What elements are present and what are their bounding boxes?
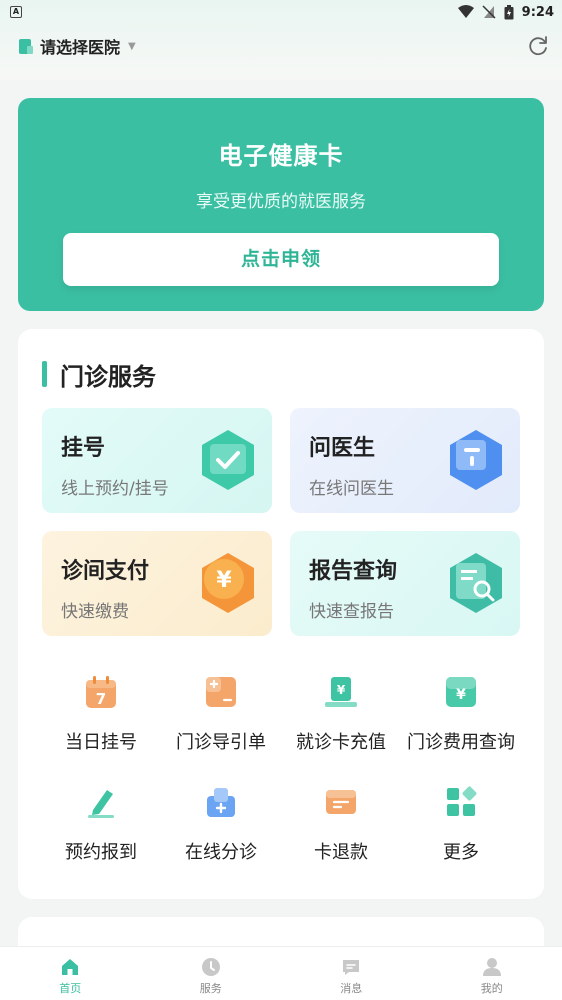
hospital-selector-label: 请选择医院 bbox=[40, 38, 121, 57]
card-title: 诊间支付 bbox=[61, 559, 150, 584]
card-refund-icon bbox=[326, 790, 356, 814]
card-title: 问医生 bbox=[309, 436, 376, 461]
refresh-icon[interactable] bbox=[526, 34, 550, 58]
user-icon bbox=[482, 958, 501, 976]
svg-text:¥: ¥ bbox=[337, 683, 346, 697]
grid-item-label: 预约报到 bbox=[65, 842, 137, 863]
tab-profile[interactable]: 我的 bbox=[422, 947, 562, 1000]
clock: 9:24 bbox=[521, 4, 554, 20]
grid-item-appointment-check-in[interactable]: 预约报到 bbox=[41, 784, 161, 864]
tab-home[interactable]: 首页 bbox=[0, 947, 141, 1000]
card-subtitle: 快速查报告 bbox=[309, 602, 394, 622]
svg-text:¥: ¥ bbox=[456, 687, 466, 703]
doctor-chat-icon bbox=[450, 430, 502, 490]
grid-item-more[interactable]: 更多 bbox=[401, 784, 521, 864]
card-subtitle: 线上预约/挂号 bbox=[61, 479, 169, 499]
card-title: 挂号 bbox=[61, 436, 106, 461]
svg-text:7: 7 bbox=[96, 690, 106, 708]
battery-icon bbox=[504, 4, 514, 19]
home-icon bbox=[62, 959, 79, 975]
grid-item-label: 卡退款 bbox=[314, 842, 368, 863]
grid-item-label: 门诊导引单 bbox=[176, 732, 266, 753]
grid-item-guide-sheet[interactable]: 门诊导引单 bbox=[161, 674, 281, 754]
grid-item-card-refund[interactable]: 卡退款 bbox=[281, 784, 401, 864]
tab-services[interactable]: 服务 bbox=[141, 947, 282, 1000]
health-card-subtitle: 享受更优质的就医服务 bbox=[196, 192, 366, 212]
grid-item-label: 更多 bbox=[443, 842, 479, 863]
tab-label: 服务 bbox=[199, 982, 222, 995]
no-sim-icon bbox=[482, 5, 496, 19]
svg-text:¥: ¥ bbox=[216, 568, 232, 593]
grid-item-online-triage[interactable]: 在线分诊 bbox=[161, 784, 281, 864]
app-notification-icon: A bbox=[10, 6, 22, 18]
section-title: 门诊服务 bbox=[60, 363, 156, 391]
card-subtitle: 在线问医生 bbox=[309, 479, 394, 499]
fee-query-icon: ¥ bbox=[446, 677, 476, 707]
more-grid-icon bbox=[447, 786, 477, 816]
grid-item-card-recharge[interactable]: ¥ 就诊卡充值 bbox=[281, 674, 401, 754]
grid-item-label: 门诊费用查询 bbox=[407, 732, 515, 753]
check-in-pen-icon bbox=[88, 790, 114, 818]
triage-icon bbox=[207, 788, 235, 817]
tab-label: 首页 bbox=[59, 982, 82, 995]
dropdown-caret-icon: ▼ bbox=[128, 40, 136, 52]
check-badge-icon bbox=[202, 430, 254, 490]
health-card-banner: 电子健康卡 享受更优质的就医服务 点击申领 bbox=[18, 98, 544, 311]
outpatient-services-panel: 门诊服务 挂号 线上预约/挂号 问医生 在线问医生 诊间支付 快速缴费 ¥ 报告… bbox=[18, 329, 544, 899]
report-search-icon bbox=[450, 553, 502, 613]
section-accent-bar bbox=[42, 361, 47, 387]
health-card-title: 电子健康卡 bbox=[218, 142, 344, 170]
tab-label: 我的 bbox=[480, 982, 503, 995]
report-query-card[interactable]: 报告查询 快速查报告 bbox=[290, 531, 520, 636]
wifi-icon bbox=[457, 5, 474, 18]
tab-messages[interactable]: 消息 bbox=[281, 947, 422, 1000]
hospital-building-icon bbox=[19, 39, 33, 54]
ask-doctor-card[interactable]: 问医生 在线问医生 bbox=[290, 408, 520, 513]
card-subtitle: 快速缴费 bbox=[61, 602, 129, 622]
grid-item-label: 在线分诊 bbox=[185, 842, 257, 863]
registration-card[interactable]: 挂号 线上预约/挂号 bbox=[42, 408, 272, 513]
calendar-icon: 7 bbox=[86, 676, 116, 708]
tab-label: 消息 bbox=[340, 982, 363, 995]
message-icon bbox=[343, 960, 360, 975]
hospital-selector[interactable]: 请选择医院 ▼ bbox=[18, 34, 136, 58]
status-bar: A 9:24 bbox=[0, 0, 562, 24]
card-title: 报告查询 bbox=[309, 559, 398, 584]
guide-sheet-icon bbox=[206, 677, 236, 707]
services-compass-icon bbox=[201, 958, 220, 976]
bottom-tab-bar: 首页 服务 消息 我的 bbox=[0, 946, 562, 1000]
grid-item-label: 就诊卡充值 bbox=[296, 732, 386, 753]
grid-item-fee-query[interactable]: ¥ 门诊费用查询 bbox=[401, 674, 521, 754]
grid-item-same-day-registration[interactable]: 7 当日挂号 bbox=[41, 674, 161, 754]
grid-item-label: 当日挂号 bbox=[65, 732, 137, 753]
apply-card-button[interactable]: 点击申领 bbox=[63, 233, 499, 286]
card-recharge-icon: ¥ bbox=[325, 677, 357, 707]
clinic-payment-card[interactable]: 诊间支付 快速缴费 ¥ bbox=[42, 531, 272, 636]
yuan-coin-icon: ¥ bbox=[202, 553, 254, 613]
